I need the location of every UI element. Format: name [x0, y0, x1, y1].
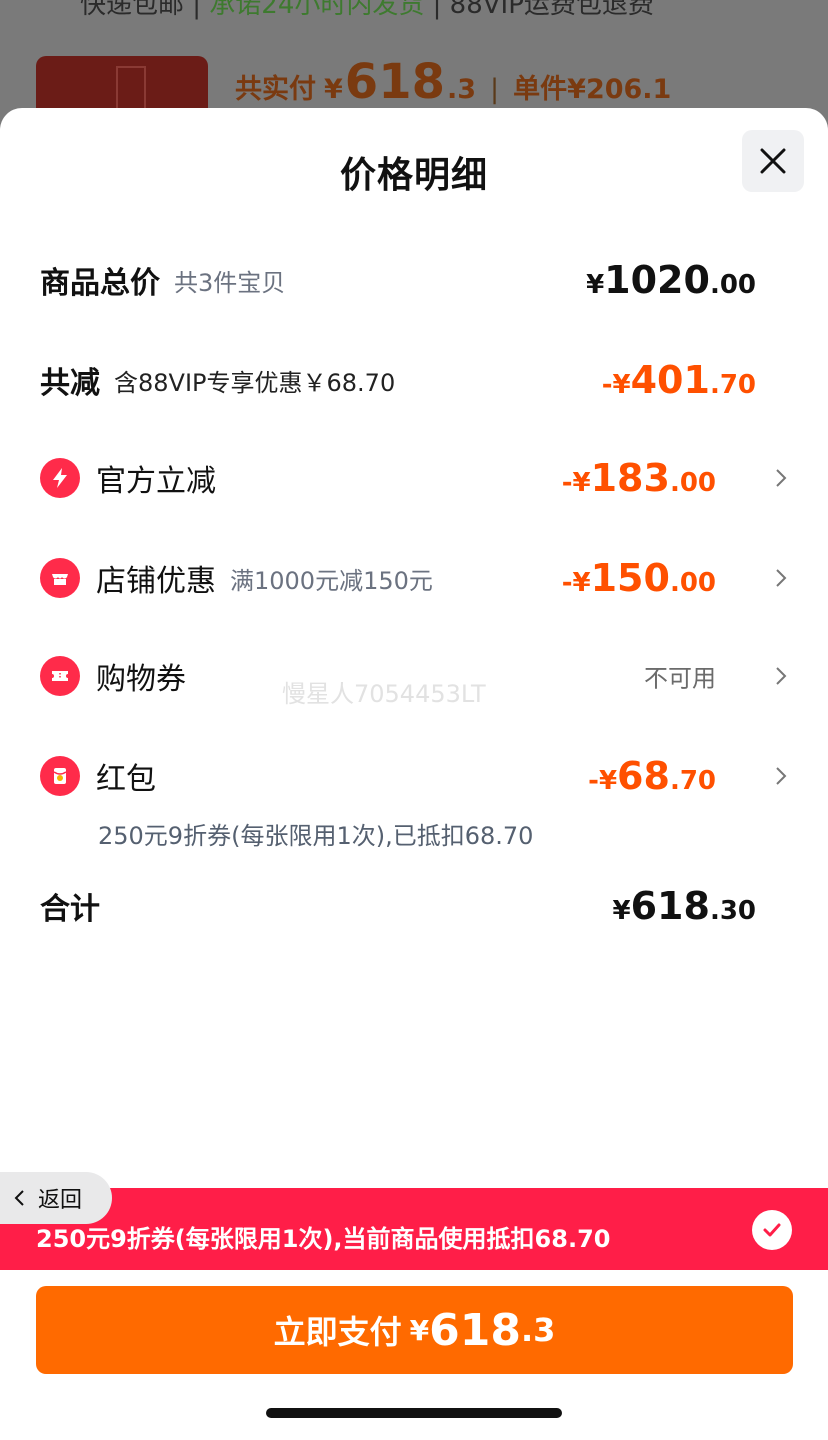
back-label: 返回 — [38, 1188, 83, 1213]
official-discount-label: 官方立减 — [96, 464, 216, 499]
amount-currency: ¥ — [612, 896, 631, 926]
row-store-discount[interactable]: 店铺优惠 满1000元减150元 -¥ 150.00 — [40, 548, 788, 608]
coupon-applied-bar[interactable]: 250元9折券(每张限用1次),当前商品使用抵扣68.70 — [0, 1188, 828, 1270]
price-currency: ¥ — [324, 74, 343, 105]
back-button[interactable]: 返回 — [0, 1172, 112, 1224]
amount-int: 150 — [590, 556, 670, 600]
price-dec: .3 — [447, 74, 477, 105]
sum-amount: ¥618.30 — [613, 884, 756, 928]
check-icon — [752, 1210, 792, 1250]
total-price-amount: ¥1020.00 — [586, 258, 756, 302]
red-packet-note: 250元9折券(每张限用1次),已抵扣68.70 — [98, 822, 534, 850]
amount-dec: .00 — [669, 468, 716, 498]
amount-currency: -¥ — [601, 370, 631, 400]
shipping-vip-text: | 88VIP运费包退费 — [424, 0, 654, 20]
sheet-title: 价格明细 — [339, 155, 488, 196]
row-official-discount[interactable]: 官方立减 -¥ 183.00 — [40, 448, 788, 508]
watermark: 慢星人7054453LT — [282, 680, 486, 708]
shopping-coupon-label: 购物券 — [96, 662, 186, 697]
chevron-right-icon — [776, 469, 787, 487]
red-packet-label: 红包 — [96, 762, 156, 797]
amount-currency: -¥ — [561, 468, 591, 498]
close-icon — [760, 148, 786, 174]
amount-dec: .70 — [669, 766, 716, 796]
reduction-amount: -¥ 401.70 — [602, 358, 756, 402]
total-price-label: 商品总价 — [40, 266, 160, 301]
shipping-promise-text: 承诺24小时内发货 — [209, 0, 425, 20]
pay-currency: ¥ — [409, 1313, 430, 1347]
reduction-label: 共减 — [40, 366, 100, 401]
price-detail-sheet: 价格明细 商品总价 共3件宝贝 ¥1020.00 共减 含88VIP专享优惠￥6… — [0, 108, 828, 1440]
shopping-coupon-status: 不可用 — [644, 659, 716, 694]
row-total-price: 商品总价 共3件宝贝 ¥1020.00 — [40, 250, 788, 310]
unit-label: 单件 — [513, 74, 568, 105]
chevron-left-icon — [14, 1190, 24, 1206]
shipping-text: 快递包邮 | — [80, 0, 210, 20]
amount-dec: .70 — [709, 370, 756, 400]
coupon-status-text: 不可用 — [644, 664, 716, 693]
amount-currency: -¥ — [561, 568, 591, 598]
price-divider: | — [490, 74, 500, 105]
amount-currency: -¥ — [588, 766, 618, 796]
ticket-icon — [40, 656, 80, 696]
chevron-right-icon — [776, 767, 787, 785]
chevron-right-icon — [776, 667, 787, 685]
amount-currency: ¥ — [586, 270, 605, 300]
close-button[interactable] — [742, 130, 804, 192]
row-sum: 合计 ¥618.30 — [40, 876, 788, 936]
price-int: 618 — [344, 54, 445, 110]
store-icon — [40, 558, 80, 598]
amount-dec: .30 — [709, 896, 756, 926]
price-prefix: 共实付 — [235, 74, 316, 105]
amount-int: 68 — [617, 754, 670, 798]
amount-int: 1020 — [604, 258, 710, 302]
background-price-summary: 共实付 ¥ 618 .3 | 单件 ¥206.1 — [235, 54, 671, 110]
amount-int: 183 — [590, 456, 670, 500]
vip-discount-note: 含88VIP专享优惠￥68.70 — [114, 368, 396, 397]
amount-int: 618 — [630, 884, 710, 928]
pay-now-button[interactable]: 立即支付 ¥ 618 .3 — [36, 1286, 793, 1374]
sum-label: 合计 — [40, 892, 100, 927]
unit-price: ¥206.1 — [567, 74, 672, 105]
lightning-icon — [40, 458, 80, 498]
official-discount-amount: -¥ 183.00 — [562, 456, 716, 500]
chevron-right-icon — [776, 569, 787, 587]
row-total-reduction: 共减 含88VIP专享优惠￥68.70 -¥ 401.70 — [40, 350, 788, 410]
item-count: 共3件宝贝 — [174, 268, 286, 297]
row-red-packet[interactable]: 红包 -¥ 68.70 — [40, 746, 788, 806]
store-discount-amount: -¥ 150.00 — [562, 556, 716, 600]
amount-dec: .00 — [669, 568, 716, 598]
pay-label: 立即支付 — [273, 1313, 402, 1351]
coupon-applied-text: 250元9折券(每张限用1次),当前商品使用抵扣68.70 — [36, 1224, 611, 1253]
amount-dec: .00 — [709, 270, 756, 300]
store-discount-rule: 满1000元减150元 — [230, 566, 433, 595]
background-shipping-strip: 快递包邮 | 承诺24小时内发货 | 88VIP运费包退费 — [80, 0, 654, 21]
home-indicator — [266, 1408, 562, 1418]
store-discount-label: 店铺优惠 — [96, 564, 216, 599]
pay-int: 618 — [429, 1304, 521, 1356]
red-packet-amount: -¥ 68.70 — [588, 754, 716, 798]
pay-dec: .3 — [520, 1311, 556, 1349]
amount-int: 401 — [630, 358, 710, 402]
red-packet-icon — [40, 756, 80, 796]
